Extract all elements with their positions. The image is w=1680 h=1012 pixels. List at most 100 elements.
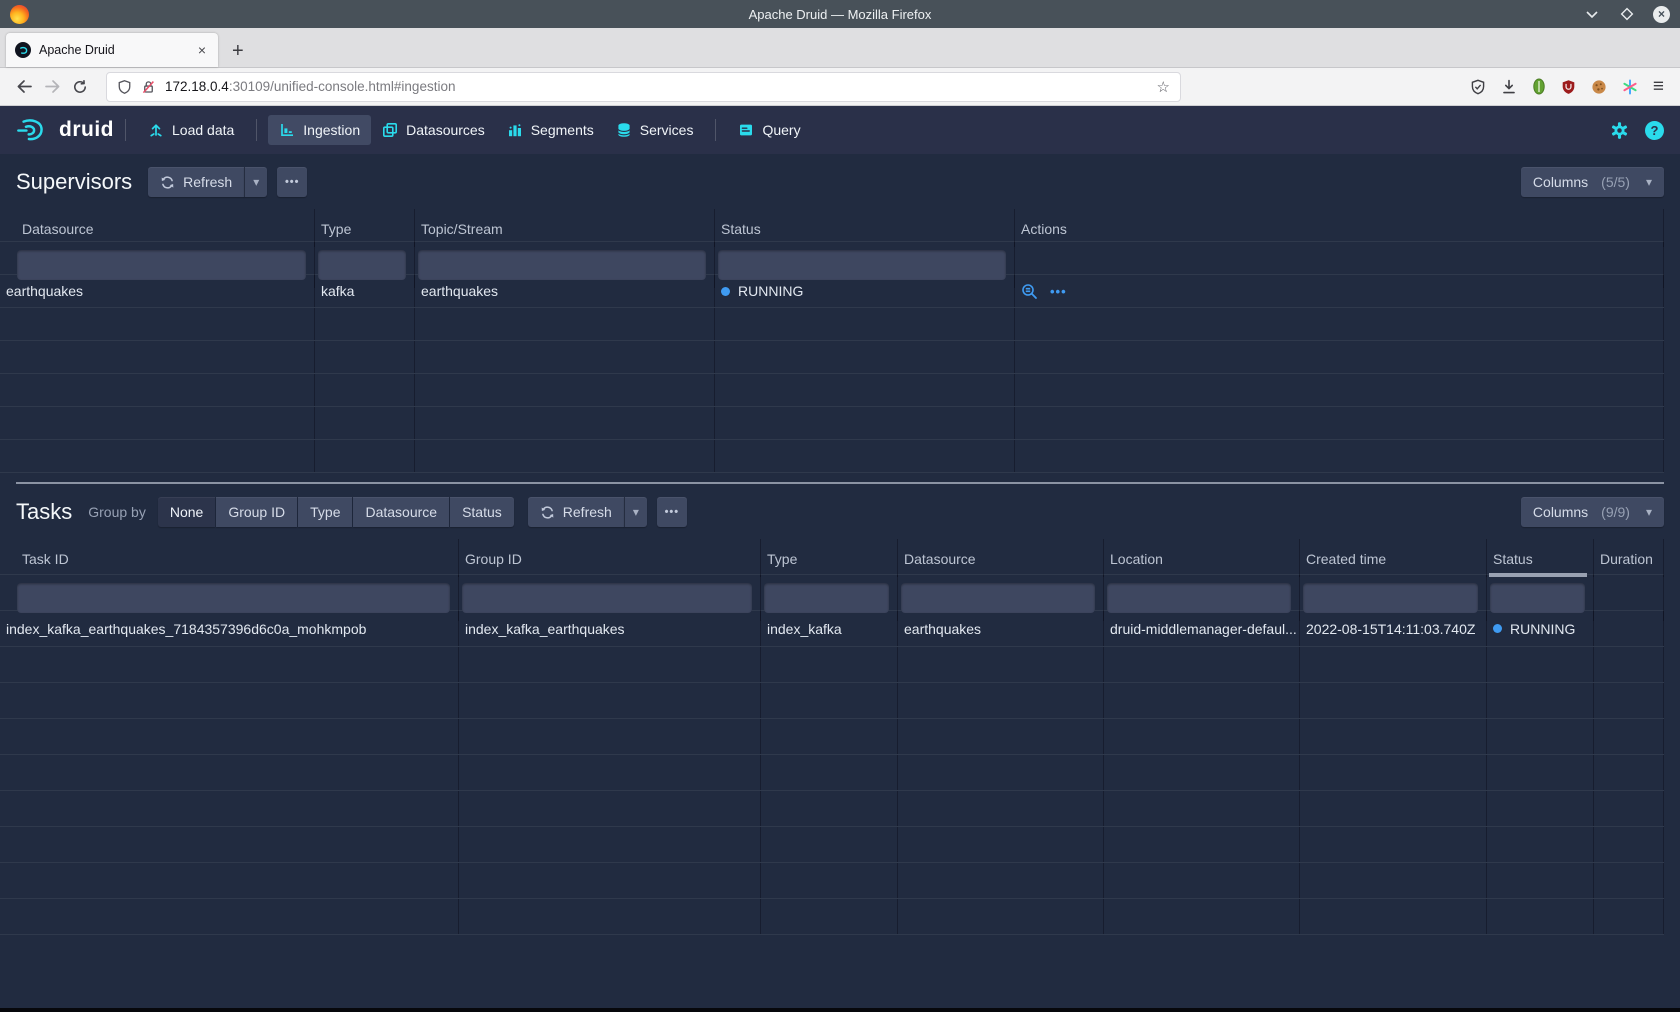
group-by-none-button[interactable]: None xyxy=(158,497,215,527)
group-by-group-id-button[interactable]: Group ID xyxy=(216,497,297,527)
supervisors-refresh-caret-button[interactable]: ▾ xyxy=(244,167,267,197)
supervisor-datasource: earthquakes xyxy=(0,275,315,307)
column-header-actions[interactable]: Actions xyxy=(1015,209,1664,247)
task-row[interactable]: index_kafka_earthquakes_7184357396d6c0a_… xyxy=(0,611,1664,647)
task-type: index_kafka xyxy=(761,611,898,646)
caret-down-icon: ▾ xyxy=(1646,505,1652,519)
row-more-icon[interactable]: ••• xyxy=(1050,284,1067,299)
supervisors-title: Supervisors xyxy=(16,169,132,195)
ingestion-icon xyxy=(279,122,295,138)
druid-logo-icon xyxy=(16,117,52,143)
nav-item-services[interactable]: Services xyxy=(605,115,705,145)
group-by-status-button[interactable]: Status xyxy=(450,497,514,527)
nav-item-segments[interactable]: Segments xyxy=(496,115,605,145)
task-created-time: 2022-08-15T14:11:03.740Z xyxy=(1300,611,1487,646)
tasks-more-button[interactable]: ••• xyxy=(657,497,687,527)
empty-row xyxy=(0,341,1664,374)
filter-status-input[interactable] xyxy=(1490,583,1585,613)
nav-item-load-data[interactable]: Load data xyxy=(137,115,245,145)
druid-navbar: druid Load data Ingestion Datasources Se… xyxy=(0,106,1680,154)
tab-close-icon[interactable]: × xyxy=(195,42,209,58)
url-bar[interactable]: 172.18.0.4:30109/unified-console.html#in… xyxy=(106,72,1181,102)
shield-check-icon[interactable] xyxy=(1470,79,1486,95)
segments-icon xyxy=(507,122,523,138)
nav-item-query[interactable]: Query xyxy=(727,115,811,145)
nav-item-label: Services xyxy=(640,122,694,138)
columns-label: Columns xyxy=(1533,174,1588,190)
bookmark-star-icon[interactable]: ☆ xyxy=(1157,78,1170,96)
cookie-icon[interactable] xyxy=(1591,79,1607,95)
druid-brand[interactable]: druid xyxy=(16,117,114,143)
url-host: 172.18.0.4 xyxy=(165,79,229,94)
insecure-lock-icon[interactable] xyxy=(141,79,156,95)
new-tab-button[interactable]: + xyxy=(232,40,244,62)
navbar-divider xyxy=(715,119,716,141)
colorful-asterisk-icon[interactable] xyxy=(1622,79,1638,95)
filter-location-input[interactable] xyxy=(1107,583,1291,613)
filter-type-input[interactable] xyxy=(764,583,889,613)
filter-datasource-input[interactable] xyxy=(901,583,1095,613)
tasks-refresh-caret-button[interactable]: ▾ xyxy=(624,497,647,527)
window-maximize-button[interactable] xyxy=(1618,5,1636,23)
extension-green-icon[interactable] xyxy=(1532,78,1546,95)
ublock-shield-icon[interactable] xyxy=(1561,79,1576,95)
column-header-type[interactable]: Type xyxy=(315,209,415,247)
back-button[interactable] xyxy=(10,73,38,101)
supervisors-columns-button[interactable]: Columns(5/5)▾ xyxy=(1521,167,1664,197)
supervisor-status: RUNNING xyxy=(715,275,1015,307)
column-header-status[interactable]: Status xyxy=(715,209,1015,247)
nav-item-label: Segments xyxy=(531,122,594,138)
column-header-type[interactable]: Type xyxy=(761,539,898,577)
group-by-datasource-button[interactable]: Datasource xyxy=(353,497,449,527)
column-header-datasource[interactable]: Datasource xyxy=(898,539,1104,577)
supervisors-more-button[interactable]: ••• xyxy=(277,167,307,197)
view-payload-icon[interactable] xyxy=(1021,283,1038,300)
empty-row xyxy=(0,308,1664,341)
column-header-datasource[interactable]: Datasource xyxy=(0,209,315,247)
supervisor-row[interactable]: earthquakes kafka earthquakes RUNNING ••… xyxy=(0,275,1664,308)
column-header-location[interactable]: Location xyxy=(1104,539,1300,577)
forward-button[interactable] xyxy=(38,73,66,101)
browser-tab[interactable]: Apache Druid × xyxy=(6,33,218,67)
nav-item-ingestion[interactable]: Ingestion xyxy=(268,115,371,145)
filter-created-time-input[interactable] xyxy=(1303,583,1478,613)
tasks-columns-button[interactable]: Columns(9/9)▾ xyxy=(1521,497,1664,527)
tasks-title: Tasks xyxy=(16,499,72,525)
task-datasource: earthquakes xyxy=(898,611,1104,646)
column-header-duration[interactable]: Duration xyxy=(1594,539,1664,577)
caret-down-icon: ▾ xyxy=(1646,175,1652,189)
tracking-shield-icon[interactable] xyxy=(117,79,132,95)
caret-down-icon: ▾ xyxy=(253,175,259,189)
services-icon xyxy=(616,122,632,138)
window-minimize-button[interactable] xyxy=(1583,5,1601,23)
url-path: :30109/unified-console.html#ingestion xyxy=(229,79,456,94)
datasources-icon xyxy=(382,122,398,138)
settings-gear-icon[interactable] xyxy=(1610,121,1629,140)
reload-button[interactable] xyxy=(66,73,94,101)
navbar-divider xyxy=(256,119,257,141)
empty-row xyxy=(0,827,1664,863)
task-status: RUNNING xyxy=(1487,611,1594,646)
nav-item-label: Datasources xyxy=(406,122,485,138)
tasks-refresh-button[interactable]: Refresh xyxy=(528,497,624,527)
url-text[interactable]: 172.18.0.4:30109/unified-console.html#in… xyxy=(165,79,1148,94)
group-by-type-button[interactable]: Type xyxy=(298,497,352,527)
filter-task-id-input[interactable] xyxy=(17,583,450,613)
help-icon[interactable]: ? xyxy=(1645,121,1664,140)
nav-item-datasources[interactable]: Datasources xyxy=(371,115,496,145)
empty-row xyxy=(0,863,1664,899)
filter-group-id-input[interactable] xyxy=(462,583,752,613)
tasks-table: Task ID Group ID Type Datasource Locatio… xyxy=(0,539,1680,935)
column-header-topic-stream[interactable]: Topic/Stream xyxy=(415,209,715,247)
group-by-label: Group by xyxy=(88,504,146,520)
column-header-task-id[interactable]: Task ID xyxy=(0,539,459,577)
window-close-button[interactable]: × xyxy=(1653,6,1670,23)
downloads-icon[interactable] xyxy=(1501,79,1517,95)
supervisors-refresh-button[interactable]: Refresh xyxy=(148,167,244,197)
task-id: index_kafka_earthquakes_7184357396d6c0a_… xyxy=(0,611,459,646)
status-label: RUNNING xyxy=(1510,621,1575,637)
menu-hamburger-icon[interactable]: ≡ xyxy=(1653,76,1664,98)
column-header-created-time[interactable]: Created time xyxy=(1300,539,1487,577)
column-header-status[interactable]: Status xyxy=(1487,539,1594,577)
column-header-group-id[interactable]: Group ID xyxy=(459,539,761,577)
